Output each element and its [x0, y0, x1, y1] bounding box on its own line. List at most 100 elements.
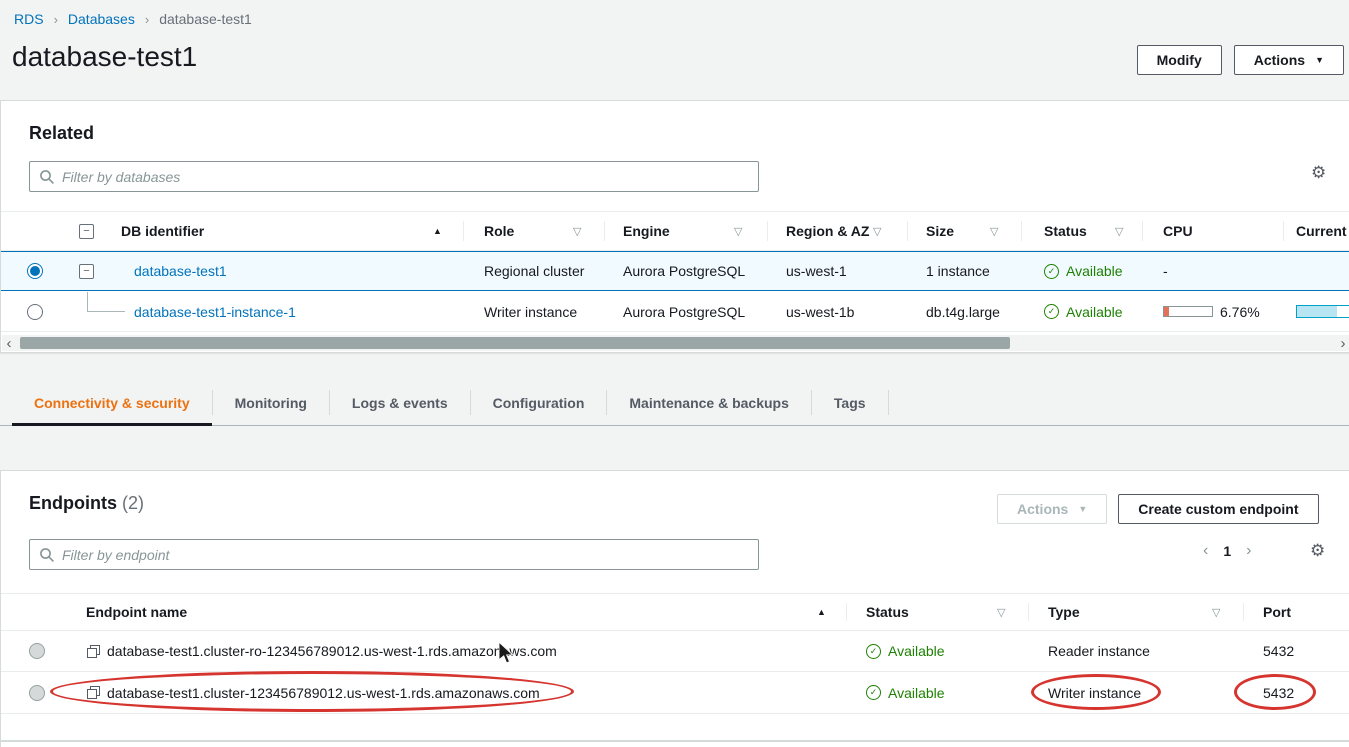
endpoint-row-reader[interactable]: database-test1.cluster-ro-123456789012.u…: [1, 631, 1349, 672]
row-radio-selected[interactable]: [27, 263, 43, 279]
column-cpu[interactable]: CPU: [1163, 223, 1193, 239]
page-header-buttons: Modify Actions ▼: [1137, 45, 1344, 75]
page-number[interactable]: 1: [1223, 543, 1231, 559]
collapse-all-icon[interactable]: −: [79, 224, 94, 239]
endpoint-type-value: Writer instance: [1048, 672, 1141, 713]
breadcrumb-separator-icon: ›: [145, 12, 149, 27]
column-region-az[interactable]: Region & AZ: [786, 223, 869, 239]
scrollbar-thumb[interactable]: [20, 337, 1010, 349]
actions-button[interactable]: Actions ▼: [1234, 45, 1344, 75]
tab-configuration[interactable]: Configuration: [471, 380, 607, 425]
tab-tags[interactable]: Tags: [812, 380, 888, 425]
db-identifier-link[interactable]: database-test1-instance-1: [134, 304, 296, 320]
caret-down-icon: ▼: [1078, 505, 1087, 514]
endpoint-name-value: database-test1.cluster-123456789012.us-w…: [107, 685, 540, 701]
preferences-gear-icon[interactable]: ⚙: [1310, 542, 1325, 559]
row-radio[interactable]: [27, 304, 43, 320]
breadcrumb: RDS › Databases › database-test1: [14, 11, 252, 27]
minus-icon: −: [83, 266, 89, 277]
breadcrumb-databases-link[interactable]: Databases: [68, 11, 135, 27]
column-divider: [1243, 603, 1244, 621]
databases-filter-input[interactable]: [62, 169, 749, 185]
create-custom-endpoint-button[interactable]: Create custom endpoint: [1118, 494, 1318, 524]
scroll-left-arrow-icon[interactable]: ‹: [2, 335, 16, 351]
db-table-row-cluster[interactable]: − database-test1 Regional cluster Aurora…: [1, 251, 1349, 291]
column-endpoint-name[interactable]: Endpoint name: [86, 604, 187, 620]
endpoint-name-value: database-test1.cluster-ro-123456789012.u…: [107, 643, 557, 659]
endpoint-filter-input[interactable]: [62, 547, 749, 563]
column-filter-icon[interactable]: ▽: [997, 606, 1005, 619]
detail-tabs: Connectivity & security Monitoring Logs …: [0, 380, 1349, 426]
available-check-icon: ✓: [1044, 304, 1059, 319]
endpoint-row-writer[interactable]: database-test1.cluster-123456789012.us-w…: [1, 672, 1349, 714]
status-badge: Available: [888, 685, 945, 701]
column-port[interactable]: Port: [1263, 604, 1291, 620]
sort-ascending-icon[interactable]: ▲: [433, 226, 442, 236]
copy-icon[interactable]: [87, 686, 100, 699]
endpoint-port-value: 5432: [1263, 672, 1294, 713]
column-status[interactable]: Status: [1044, 223, 1087, 239]
preferences-gear-icon[interactable]: ⚙: [1311, 164, 1326, 181]
column-filter-icon[interactable]: ▽: [573, 225, 581, 238]
column-role[interactable]: Role: [484, 223, 514, 239]
column-engine[interactable]: Engine: [623, 223, 670, 239]
actions-button-label: Actions: [1254, 52, 1305, 68]
column-divider: [1021, 221, 1022, 241]
db-size-value: db.t4g.large: [926, 292, 1000, 331]
caret-down-icon: ▼: [1315, 56, 1324, 65]
column-filter-icon[interactable]: ▽: [1115, 225, 1123, 238]
column-db-identifier[interactable]: DB identifier: [121, 223, 204, 239]
page-title: database-test1: [12, 41, 197, 73]
databases-filter[interactable]: [29, 161, 759, 192]
copy-icon[interactable]: [87, 645, 100, 658]
tree-connector: [87, 292, 125, 312]
column-size[interactable]: Size: [926, 223, 954, 239]
scroll-right-arrow-icon[interactable]: ›: [1336, 335, 1349, 351]
db-table-row-instance[interactable]: database-test1-instance-1 Writer instanc…: [1, 292, 1349, 332]
column-type[interactable]: Type: [1048, 604, 1080, 620]
tab-maintenance-backups[interactable]: Maintenance & backups: [607, 380, 811, 425]
column-current-activity[interactable]: Current: [1296, 223, 1347, 239]
next-page-icon[interactable]: ›: [1246, 543, 1251, 559]
column-divider: [604, 221, 605, 241]
search-icon: [39, 547, 55, 563]
available-check-icon: ✓: [866, 644, 881, 659]
column-filter-icon[interactable]: ▽: [734, 225, 742, 238]
rds-console-page: RDS › Databases › database-test1 databas…: [0, 0, 1349, 747]
column-divider: [846, 603, 847, 621]
column-divider: [907, 221, 908, 241]
tab-connectivity-security[interactable]: Connectivity & security: [12, 380, 212, 425]
column-filter-icon[interactable]: ▽: [873, 225, 881, 238]
horizontal-scrollbar[interactable]: ‹ ›: [2, 335, 1349, 351]
endpoint-filter[interactable]: [29, 539, 759, 570]
row-radio[interactable]: [29, 685, 45, 701]
db-region-value: us-west-1b: [786, 292, 854, 331]
breadcrumb-rds-link[interactable]: RDS: [14, 11, 44, 27]
db-engine-value: Aurora PostgreSQL: [623, 292, 745, 331]
sort-ascending-icon[interactable]: ▲: [817, 607, 826, 617]
breadcrumb-separator-icon: ›: [54, 12, 58, 27]
tab-monitoring[interactable]: Monitoring: [213, 380, 329, 425]
minus-icon: −: [83, 226, 89, 237]
related-section-title: Related: [29, 123, 94, 144]
column-divider: [1028, 603, 1029, 621]
previous-page-icon[interactable]: ‹: [1203, 543, 1208, 559]
db-identifier-link[interactable]: database-test1: [134, 263, 227, 279]
available-check-icon: ✓: [1044, 264, 1059, 279]
column-divider: [1283, 221, 1284, 241]
next-panel-edge: [0, 741, 1349, 747]
db-role-value: Regional cluster: [484, 252, 584, 290]
column-filter-icon[interactable]: ▽: [1212, 606, 1220, 619]
endpoints-table-header: Endpoint name ▲ Status ▽ Type ▽ Port: [1, 593, 1349, 631]
endpoints-count: (2): [122, 493, 144, 513]
modify-button[interactable]: Modify: [1137, 45, 1222, 75]
endpoints-actions-button[interactable]: Actions ▼: [997, 494, 1107, 524]
collapse-row-icon[interactable]: −: [79, 264, 94, 279]
endpoint-type-value: Reader instance: [1048, 631, 1150, 671]
column-filter-icon[interactable]: ▽: [990, 225, 998, 238]
status-badge: Available: [888, 643, 945, 659]
db-table-header: − DB identifier ▲ Role ▽ Engine ▽ Region…: [1, 211, 1349, 251]
row-radio[interactable]: [29, 643, 45, 659]
column-status[interactable]: Status: [866, 604, 909, 620]
tab-logs-events[interactable]: Logs & events: [330, 380, 470, 425]
